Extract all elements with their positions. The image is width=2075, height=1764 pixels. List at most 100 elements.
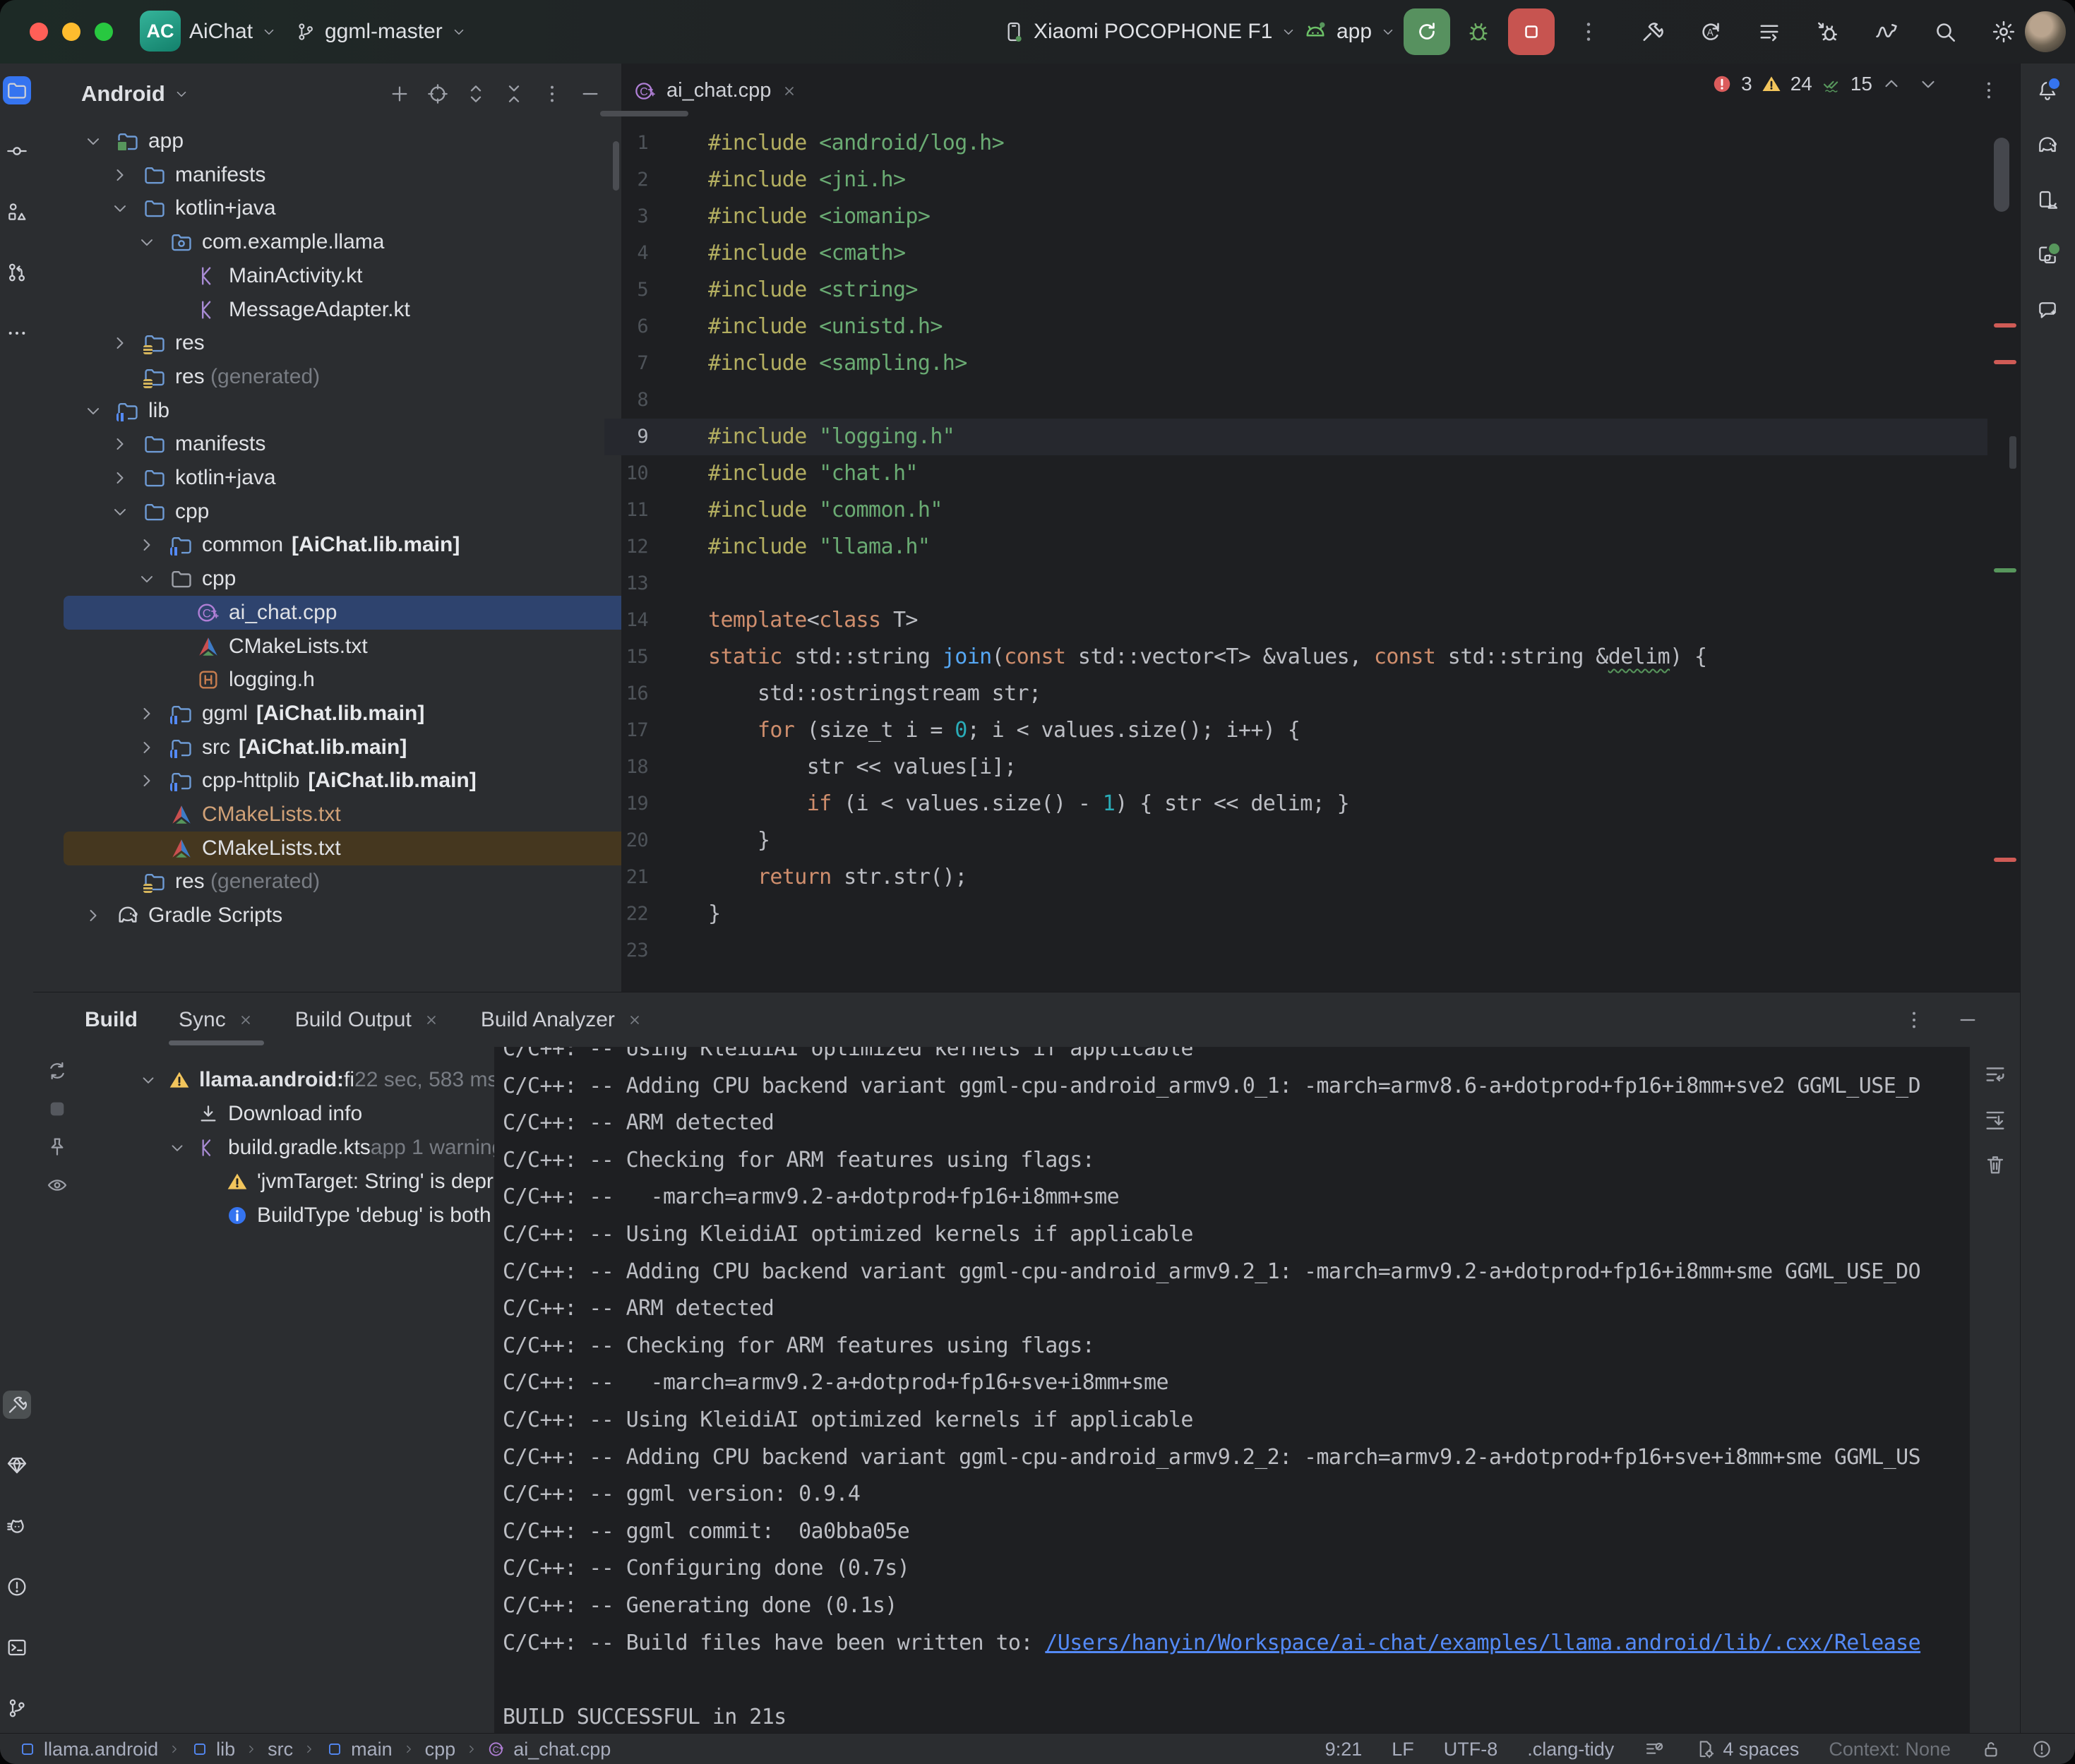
build-tab-build-analyzer[interactable]: Build Analyzer <box>481 992 643 1047</box>
editor-options-button[interactable] <box>1978 79 2000 102</box>
filter-icon[interactable] <box>46 1174 68 1196</box>
tool-strip-build[interactable] <box>3 1391 31 1419</box>
stop-sync-icon[interactable] <box>46 1098 68 1120</box>
locate-icon[interactable] <box>426 83 449 105</box>
tree-item-logging-h[interactable]: logging.h <box>64 663 621 697</box>
breadcrumb-cpp[interactable]: cpp <box>425 1739 456 1760</box>
build-variants-icon[interactable] <box>1757 19 1782 44</box>
build-hammer-icon[interactable] <box>1639 19 1665 44</box>
status-widget--clang-tidy[interactable]: .clang-tidy <box>1527 1739 1614 1760</box>
status-widget-9-21[interactable]: 9:21 <box>1325 1739 1363 1760</box>
close-tab-icon[interactable] <box>423 1012 440 1028</box>
build-node[interactable]: 'jvmTarget: String' is deprec <box>197 1165 494 1199</box>
tool-strip-more-tool-windows[interactable] <box>3 319 31 347</box>
avatar[interactable] <box>2025 11 2066 52</box>
tree-item-res[interactable]: res (generated) <box>64 865 621 899</box>
tool-strip-notifications[interactable] <box>2033 76 2062 104</box>
breadcrumb-llama-android[interactable]: llama.android <box>18 1739 158 1760</box>
close-tab-icon[interactable] <box>781 83 798 100</box>
tree-item-res[interactable]: res <box>64 326 621 360</box>
tree-item-cmakelists-txt[interactable]: CMakeLists.txt <box>64 630 621 664</box>
next-problem-icon[interactable] <box>1918 73 1939 95</box>
status-widget-exclc[interactable] <box>2031 1739 2052 1760</box>
build-tab-sync[interactable]: Sync <box>179 992 254 1047</box>
clear-console-icon[interactable] <box>1983 1153 2007 1177</box>
inspections-widget[interactable]: 3 24 15 <box>1711 73 1939 95</box>
tree-item-ggml[interactable]: ggml[AiChat.lib.main] <box>64 697 621 731</box>
more-actions-button[interactable] <box>1576 19 1601 44</box>
build-tab-build-output[interactable]: Build Output <box>295 992 440 1047</box>
tool-strip-terminal[interactable] <box>3 1633 31 1662</box>
expand-icon[interactable] <box>465 83 487 105</box>
collapse-icon[interactable] <box>503 83 525 105</box>
tree-item-manifests[interactable]: manifests <box>64 158 621 192</box>
project-selector[interactable]: AiChat <box>189 0 277 64</box>
tool-strip-problems[interactable] <box>3 1573 31 1601</box>
profiler-icon[interactable] <box>1874 19 1899 44</box>
tree-item-manifests[interactable]: manifests <box>64 427 621 461</box>
tool-strip-running-devices[interactable] <box>2033 241 2062 270</box>
tree-item-src[interactable]: src[AiChat.lib.main] <box>64 731 621 764</box>
build-node[interactable]: BuildType 'debug' is both de <box>197 1199 494 1232</box>
breadcrumb-src[interactable]: src <box>268 1739 293 1760</box>
tool-strip-project[interactable] <box>3 76 31 104</box>
tool-strip-gradle[interactable] <box>2033 131 2062 160</box>
tree-item-cpp[interactable]: cpp <box>64 495 621 529</box>
refresh-icon[interactable] <box>46 1060 68 1082</box>
settings-icon[interactable] <box>1991 19 2016 44</box>
close-tab-icon[interactable] <box>237 1012 254 1028</box>
search-everywhere-icon[interactable] <box>1932 19 1958 44</box>
status-widget-4-spaces[interactable]: 4 spaces <box>1694 1739 1799 1760</box>
tree-item-cmakelists-txt[interactable]: CMakeLists.txt <box>64 832 621 865</box>
run-button[interactable] <box>1404 8 1450 55</box>
error-stripe-mark[interactable] <box>1994 360 2016 364</box>
tree-item-com-example-llama[interactable]: com.example.llama <box>64 225 621 259</box>
gradle-sync-icon[interactable]: A <box>1698 19 1723 44</box>
tool-strip-structure[interactable] <box>3 198 31 226</box>
status-widget-lockopen[interactable] <box>1980 1739 2002 1760</box>
hide-build-panel-button[interactable] <box>1956 1009 1979 1031</box>
attach-debugger-icon[interactable] <box>1815 19 1841 44</box>
tool-strip-gemini[interactable] <box>2033 296 2062 325</box>
tool-strip-commit[interactable] <box>3 137 31 165</box>
build-console[interactable]: C/C++: -- Using KleidiAI optimized kerne… <box>494 1047 1970 1734</box>
soft-wrap-icon[interactable] <box>1983 1062 2007 1086</box>
debug-button[interactable] <box>1466 19 1491 44</box>
error-stripe-mark[interactable] <box>1994 323 2016 328</box>
tree-item-res[interactable]: res (generated) <box>64 360 621 394</box>
build-node[interactable]: Download info <box>168 1097 362 1131</box>
branch-selector[interactable]: ggml-master <box>295 0 467 64</box>
close-tab-icon[interactable] <box>626 1012 643 1028</box>
build-options-button[interactable] <box>1903 1009 1925 1031</box>
tree-item-messageadapter-kt[interactable]: MessageAdapter.kt <box>64 293 621 327</box>
error-stripe-mark[interactable] <box>1994 858 2016 862</box>
tool-strip-device-manager[interactable] <box>2033 186 2062 215</box>
minimize-window-button[interactable] <box>62 23 80 41</box>
tree-item-cmakelists-txt[interactable]: CMakeLists.txt <box>64 798 621 832</box>
tree-item-ai-chat-cpp[interactable]: Cai_chat.cpp <box>64 596 621 630</box>
breadcrumb-ai-chat-cpp[interactable]: Cai_chat.cpp <box>488 1739 611 1760</box>
editor-scrollbar[interactable] <box>1994 138 2009 212</box>
build-node[interactable]: build.gradle.kts app 1 warning <box>168 1131 494 1165</box>
tree-item-common[interactable]: common[AiChat.lib.main] <box>64 528 621 562</box>
plus-icon[interactable] <box>388 83 411 105</box>
scroll-to-end-icon[interactable] <box>1983 1108 2007 1132</box>
editor-horizontal-scrollbar[interactable] <box>600 111 688 116</box>
breadcrumb-lib[interactable]: lib <box>191 1739 235 1760</box>
tree-item-app[interactable]: app <box>64 124 621 158</box>
tree-item-kotlin-java[interactable]: kotlin+java <box>64 461 621 495</box>
build-files-link[interactable]: /Users/hanyin/Workspace/ai-chat/examples… <box>1045 1631 1920 1655</box>
build-node[interactable]: llama.android: fi 22 sec, 583 ms <box>139 1063 494 1097</box>
tree-item-cpp-httplib[interactable]: cpp-httplib[AiChat.lib.main] <box>64 764 621 798</box>
run-config-selector[interactable]: app <box>1303 0 1396 64</box>
close-window-button[interactable] <box>30 23 48 41</box>
tree-item-kotlin-java[interactable]: kotlin+java <box>64 191 621 225</box>
tool-strip-logcat[interactable] <box>3 1512 31 1540</box>
status-widget-context-none[interactable]: Context: None <box>1829 1739 1951 1760</box>
status-widget-lf[interactable]: LF <box>1392 1739 1414 1760</box>
device-selector[interactable]: Xiaomi POCOPHONE F1 <box>1003 0 1296 64</box>
tool-strip-app-quality-insights[interactable] <box>3 1451 31 1480</box>
hide-icon[interactable] <box>579 83 602 105</box>
tree-item-cpp[interactable]: cpp <box>64 562 621 596</box>
ok-stripe-mark[interactable] <box>1994 568 2016 572</box>
